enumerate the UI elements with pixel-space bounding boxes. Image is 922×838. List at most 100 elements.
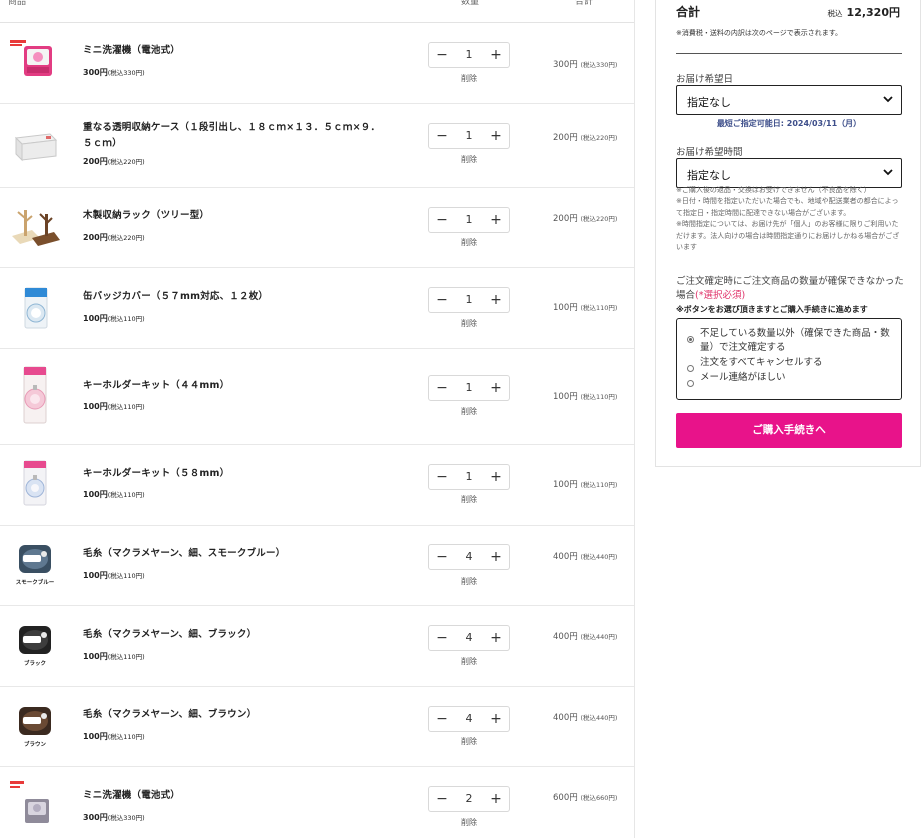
line-total: 600円 (税込660円) — [553, 789, 619, 807]
quantity-value[interactable]: 1 — [455, 288, 483, 312]
quantity-stepper[interactable]: − 1 + — [428, 464, 510, 490]
quantity-value[interactable]: 1 — [455, 208, 483, 232]
product-name[interactable]: 毛糸（マクラメヤーン、細、ブラウン） — [83, 707, 403, 723]
increase-quantity-button[interactable]: + — [483, 124, 509, 148]
decrease-quantity-button[interactable]: − — [429, 545, 455, 569]
quantity-value[interactable]: 1 — [455, 43, 483, 67]
product-image[interactable] — [10, 120, 60, 170]
delete-link[interactable]: 削除 — [461, 736, 477, 747]
delete-link[interactable]: 削除 — [461, 494, 477, 505]
product-name[interactable]: キーホルダーキット（５８mm） — [83, 466, 403, 482]
radio-selected[interactable] — [687, 336, 694, 343]
increase-quantity-button[interactable]: + — [483, 465, 509, 489]
decrease-quantity-button[interactable]: − — [429, 43, 455, 67]
product-name[interactable]: キーホルダーキット（４４mm） — [83, 378, 403, 394]
thumb-caption: ブラウン — [23, 742, 46, 748]
quantity-value[interactable]: 1 — [455, 124, 483, 148]
cart-row: スモークブルー 毛糸（マクラメヤーン、細、スモークブルー） 100円(税込110… — [0, 526, 634, 606]
quantity-value[interactable]: 1 — [455, 465, 483, 489]
decrease-quantity-button[interactable]: − — [429, 124, 455, 148]
increase-quantity-button[interactable]: + — [483, 43, 509, 67]
line-total-price: 600円 — [553, 793, 578, 803]
quantity-stepper[interactable]: − 1 + — [428, 375, 510, 401]
delete-link[interactable]: 削除 — [461, 406, 477, 417]
decrease-quantity-button[interactable]: − — [429, 208, 455, 232]
increase-quantity-button[interactable]: + — [483, 545, 509, 569]
note-date-time: ※日付・時間を指定いただいた場合でも、地域や配送業者の都合によって指定日・指定時… — [676, 197, 899, 217]
delete-link[interactable]: 削除 — [461, 817, 477, 828]
product-name[interactable]: 毛糸（マクラメヤーン、細、ブラック） — [83, 627, 403, 643]
checkout-button[interactable]: ご購入手続きへ — [676, 413, 902, 448]
option-email-contact[interactable]: メール連絡がほしい — [687, 371, 893, 387]
line-total-price: 100円 — [553, 303, 578, 313]
product-image[interactable] — [10, 781, 60, 831]
product-image[interactable]: スモークブルー — [10, 543, 60, 588]
note-returns: ※ご購入後の返品・交換はお受けできません（不良品を除く） — [676, 186, 871, 194]
unit-price-tax: (税込110円) — [107, 403, 145, 411]
product-image[interactable] — [10, 202, 60, 252]
product-name[interactable]: 缶バッジカバー（５７mm対応、１２枚） — [83, 289, 403, 305]
delete-link[interactable]: 削除 — [461, 73, 477, 84]
quantity-value[interactable]: 4 — [455, 545, 483, 569]
quantity-stepper[interactable]: − 4 + — [428, 625, 510, 651]
quantity-stepper[interactable]: − 1 + — [428, 42, 510, 68]
product-name[interactable]: 重なる透明収納ケース（１段引出し、１８ｃｍ×１３．５ｃｍ×９．５ｃｍ） — [83, 120, 383, 152]
line-total: 400円 (税込440円) — [553, 628, 619, 646]
quantity-stepper[interactable]: − 4 + — [428, 706, 510, 732]
delivery-time-select[interactable]: 指定なし — [676, 158, 902, 188]
decrease-quantity-button[interactable]: − — [429, 626, 455, 650]
quantity-value[interactable]: 1 — [455, 376, 483, 400]
product-image[interactable] — [10, 365, 60, 427]
product-name[interactable]: ミニ洗濯機（電池式） — [83, 788, 403, 804]
decrease-quantity-button[interactable]: − — [429, 288, 455, 312]
delete-link[interactable]: 削除 — [461, 154, 477, 165]
cart-table: 商品 数量 合計 ミニ洗濯機（電池式） 300円(税込330円) − 1 + 削… — [0, 0, 635, 838]
quantity-stepper[interactable]: − 4 + — [428, 544, 510, 570]
increase-quantity-button[interactable]: + — [483, 208, 509, 232]
quantity-value[interactable]: 4 — [455, 707, 483, 731]
product-name[interactable]: 木製収納ラック（ツリー型） — [83, 208, 403, 224]
product-price: 300円(税込330円) — [83, 67, 145, 78]
product-image[interactable]: ブラック — [10, 624, 60, 669]
quantity-stepper[interactable]: − 1 + — [428, 207, 510, 233]
cart-row: 重なる透明収納ケース（１段引出し、１８ｃｍ×１３．５ｃｍ×９．５ｃｍ） 200円… — [0, 104, 634, 188]
quantity-value[interactable]: 2 — [455, 787, 483, 811]
quantity-stepper[interactable]: − 1 + — [428, 123, 510, 149]
quantity-stepper[interactable]: − 2 + — [428, 786, 510, 812]
line-total-price: 100円 — [553, 392, 578, 402]
wooden-tree-rack-icon — [12, 210, 60, 246]
unit-price-tax: (税込110円) — [107, 733, 145, 741]
product-price: 100円(税込110円) — [83, 731, 145, 742]
increase-quantity-button[interactable]: + — [483, 376, 509, 400]
decrease-quantity-button[interactable]: − — [429, 787, 455, 811]
unit-price: 300円 — [83, 813, 108, 822]
quantity-stepper[interactable]: − 1 + — [428, 287, 510, 313]
product-image[interactable] — [10, 459, 60, 509]
delivery-date-select[interactable]: 指定なし — [676, 85, 902, 115]
radio-unselected[interactable] — [687, 380, 694, 387]
quantity-value[interactable]: 4 — [455, 626, 483, 650]
line-total-tax: (税込220円) — [580, 215, 618, 223]
delete-link[interactable]: 削除 — [461, 576, 477, 587]
delete-link[interactable]: 削除 — [461, 656, 477, 667]
decrease-quantity-button[interactable]: − — [429, 707, 455, 731]
increase-quantity-button[interactable]: + — [483, 707, 509, 731]
product-image[interactable] — [10, 40, 60, 90]
product-image[interactable] — [10, 284, 60, 334]
cart-page: 商品 数量 合計 ミニ洗濯機（電池式） 300円(税込330円) − 1 + 削… — [0, 0, 922, 838]
unit-price-tax: (税込110円) — [107, 315, 145, 323]
delete-link[interactable]: 削除 — [461, 237, 477, 248]
delete-link[interactable]: 削除 — [461, 318, 477, 329]
line-total-tax: (税込440円) — [580, 714, 618, 722]
decrease-quantity-button[interactable]: − — [429, 465, 455, 489]
increase-quantity-button[interactable]: + — [483, 787, 509, 811]
product-name[interactable]: 毛糸（マクラメヤーン、細、スモークブルー） — [83, 546, 403, 562]
increase-quantity-button[interactable]: + — [483, 626, 509, 650]
decrease-quantity-button[interactable]: − — [429, 376, 455, 400]
product-name[interactable]: ミニ洗濯機（電池式） — [83, 43, 403, 59]
option-cancel-all[interactable]: 注文をすべてキャンセルする — [687, 356, 893, 372]
increase-quantity-button[interactable]: + — [483, 288, 509, 312]
product-image[interactable]: ブラウン — [10, 705, 60, 750]
line-total: 100円 (税込110円) — [553, 476, 619, 494]
option-partial-confirm[interactable]: 不足している数量以外（確保できた商品・数量）で注文確定する — [687, 327, 893, 355]
